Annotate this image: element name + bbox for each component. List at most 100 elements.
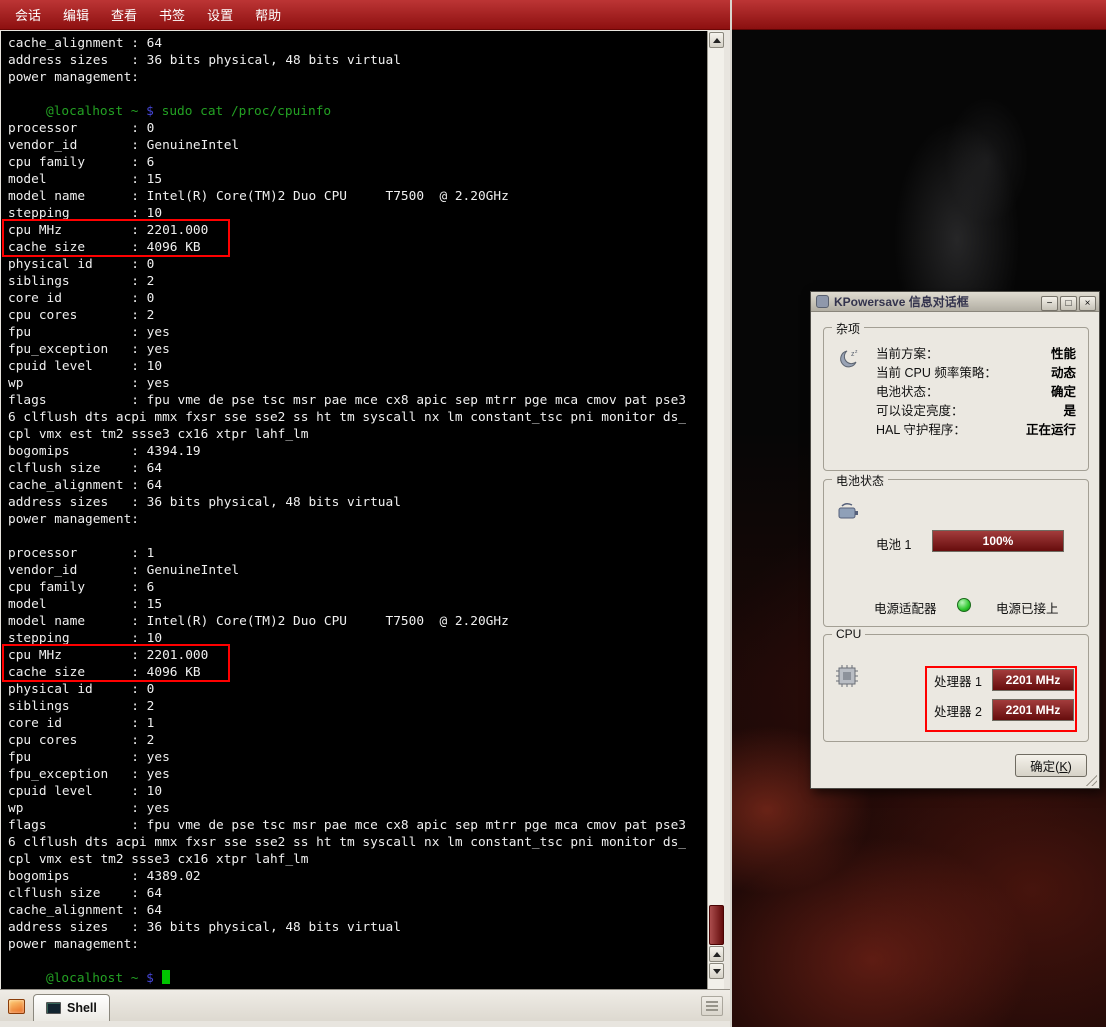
terminal-line: core id : 1 bbox=[8, 715, 707, 732]
terminal-line: flags : fpu vme de pse tsc msr pae mce c… bbox=[8, 817, 707, 834]
power-led-icon bbox=[957, 598, 971, 612]
redacted-username bbox=[8, 971, 46, 982]
terminal-line: address sizes : 36 bits physical, 48 bit… bbox=[8, 52, 707, 69]
misc-group: 杂项 z z 当前方案：性能当前 CPU 频率策略：动态电池状态：确定可以设定亮… bbox=[823, 327, 1089, 471]
cpu-progress-fill: 2201 MHz bbox=[993, 700, 1073, 720]
terminal-line: power management: bbox=[8, 69, 707, 86]
terminal-line: physical id : 0 bbox=[8, 681, 707, 698]
cpu-group: CPU 处理器 12201 MHz处理器 22201 MHz bbox=[823, 634, 1089, 742]
terminal-line: @localhost ~ $ bbox=[8, 970, 707, 987]
terminal-line: power management: bbox=[8, 511, 707, 528]
tab-label: Shell bbox=[67, 1001, 97, 1015]
info-value: 确定 bbox=[1051, 381, 1076, 400]
kpowersave-dialog: KPowersave 信息对话框 −□× 杂项 z z 当前方案：性能当前 CP… bbox=[810, 291, 1100, 789]
menu-item[interactable]: 书签 bbox=[148, 1, 196, 28]
adapter-row: 电源适配器 电源已接上 bbox=[824, 596, 1088, 616]
terminal-line: cache size : 4096 KB bbox=[8, 239, 707, 256]
terminal-line: physical id : 0 bbox=[8, 256, 707, 273]
terminal-line: fpu_exception : yes bbox=[8, 766, 707, 783]
terminal-line: cpuid level : 10 bbox=[8, 358, 707, 375]
terminal-line: clflush size : 64 bbox=[8, 885, 707, 902]
terminal-line: model : 15 bbox=[8, 596, 707, 613]
ok-button-label-pre: 确定( bbox=[1030, 760, 1059, 774]
terminal-line bbox=[8, 528, 707, 545]
battery-group-title: 电池状态 bbox=[832, 472, 888, 489]
battery-row: 电池 1 100% bbox=[824, 530, 1088, 552]
terminal-line: cpu MHz : 2201.000 bbox=[8, 222, 707, 239]
menu-item[interactable]: 会话 bbox=[4, 1, 52, 28]
cpu-group-title: CPU bbox=[832, 627, 865, 641]
terminal-line: power management: bbox=[8, 936, 707, 953]
menu-item[interactable]: 帮助 bbox=[244, 1, 292, 28]
menu-bar: 会话编辑查看书签设置帮助 bbox=[0, 0, 730, 30]
terminal-line: clflush size : 64 bbox=[8, 460, 707, 477]
terminal-line: processor : 0 bbox=[8, 120, 707, 137]
terminal-line: siblings : 2 bbox=[8, 698, 707, 715]
terminal-line: address sizes : 36 bits physical, 48 bit… bbox=[8, 919, 707, 936]
prompt-symbol: $ bbox=[146, 971, 154, 986]
terminal-line: bogomips : 4394.19 bbox=[8, 443, 707, 460]
terminal-line: cpu family : 6 bbox=[8, 579, 707, 596]
terminal-scrollbar[interactable] bbox=[707, 31, 724, 989]
cpu-progressbar: 2201 MHz bbox=[992, 669, 1074, 691]
terminal-line: cpu cores : 2 bbox=[8, 732, 707, 749]
info-label: 当前方案： bbox=[876, 343, 939, 362]
terminal-line: model name : Intel(R) Core(TM)2 Duo CPU … bbox=[8, 188, 707, 205]
misc-group-title: 杂项 bbox=[832, 320, 864, 337]
redacted-username bbox=[8, 104, 46, 115]
window-buttons: −□× bbox=[1039, 293, 1096, 311]
sleep-moon-icon: z z bbox=[834, 348, 862, 377]
terminal-lines: cache_alignment : 64address sizes : 36 b… bbox=[1, 31, 707, 989]
misc-rows: 当前方案：性能当前 CPU 频率策略：动态电池状态：确定可以设定亮度：是HAL … bbox=[876, 343, 1076, 438]
session-list-button[interactable] bbox=[701, 996, 723, 1016]
terminal-line: cache_alignment : 64 bbox=[8, 477, 707, 494]
terminal-cursor bbox=[162, 970, 170, 984]
terminal-line bbox=[8, 953, 707, 970]
scroll-up-button-bottom[interactable] bbox=[709, 946, 724, 962]
terminal-line: cpl vmx est tm2 ssse3 cx16 xtpr lahf_lm bbox=[8, 851, 707, 868]
scrollbar-thumb[interactable] bbox=[709, 905, 724, 945]
minimize-button[interactable]: − bbox=[1041, 296, 1058, 311]
ok-button[interactable]: 确定(K) bbox=[1015, 754, 1087, 777]
close-button[interactable]: × bbox=[1079, 296, 1096, 311]
menu-item[interactable]: 设置 bbox=[196, 1, 244, 28]
terminal-icon bbox=[46, 1002, 61, 1014]
terminal-line: bogomips : 4389.02 bbox=[8, 868, 707, 885]
adapter-label: 电源适配器 bbox=[874, 598, 937, 617]
tab-shell[interactable]: Shell bbox=[33, 994, 110, 1021]
terminal-line: fpu_exception : yes bbox=[8, 341, 707, 358]
scroll-down-button[interactable] bbox=[709, 963, 724, 979]
menu-item[interactable]: 查看 bbox=[100, 1, 148, 28]
terminal-line: cpu MHz : 2201.000 bbox=[8, 647, 707, 664]
info-value: 性能 bbox=[1051, 343, 1076, 362]
scroll-up-button[interactable] bbox=[709, 32, 724, 48]
arrow-down-icon bbox=[713, 969, 721, 974]
terminal-line: fpu : yes bbox=[8, 324, 707, 341]
ok-button-label-post: ) bbox=[1068, 760, 1072, 774]
terminal-line: processor : 1 bbox=[8, 545, 707, 562]
dialog-titlebar[interactable]: KPowersave 信息对话框 −□× bbox=[811, 292, 1099, 312]
command-text: sudo cat /proc/cpuinfo bbox=[162, 104, 332, 119]
terminal-line: cpuid level : 10 bbox=[8, 783, 707, 800]
info-row: 可以设定亮度：是 bbox=[876, 400, 1076, 419]
terminal-line: stepping : 10 bbox=[8, 205, 707, 222]
terminal-line: cpu cores : 2 bbox=[8, 307, 707, 324]
info-row: 当前方案： 性能 bbox=[876, 343, 1076, 362]
arrow-up-icon bbox=[713, 952, 721, 957]
new-session-button[interactable] bbox=[3, 993, 29, 1019]
terminal-output[interactable]: cache_alignment : 64address sizes : 36 b… bbox=[1, 31, 707, 989]
cpu-frequency-value: 2201 MHz bbox=[1006, 673, 1061, 687]
terminal-line: siblings : 2 bbox=[8, 273, 707, 290]
battery-group: 电池状态 电池 1 100% 电源适配器 电源已接上 bbox=[823, 479, 1089, 627]
arrow-up-icon bbox=[713, 38, 721, 43]
cpu-icon bbox=[834, 663, 860, 694]
battery-icon bbox=[836, 500, 862, 529]
kpowersave-icon bbox=[816, 295, 829, 308]
terminal-line: cpl vmx est tm2 ssse3 cx16 xtpr lahf_lm bbox=[8, 426, 707, 443]
terminal-line: @localhost ~ $ sudo cat /proc/cpuinfo bbox=[8, 103, 707, 120]
maximize-button[interactable]: □ bbox=[1060, 296, 1077, 311]
terminal-line bbox=[8, 86, 707, 103]
menu-item[interactable]: 编辑 bbox=[52, 1, 100, 28]
terminal-line: cache_alignment : 64 bbox=[8, 902, 707, 919]
prompt-host: @localhost ~ bbox=[46, 971, 138, 986]
